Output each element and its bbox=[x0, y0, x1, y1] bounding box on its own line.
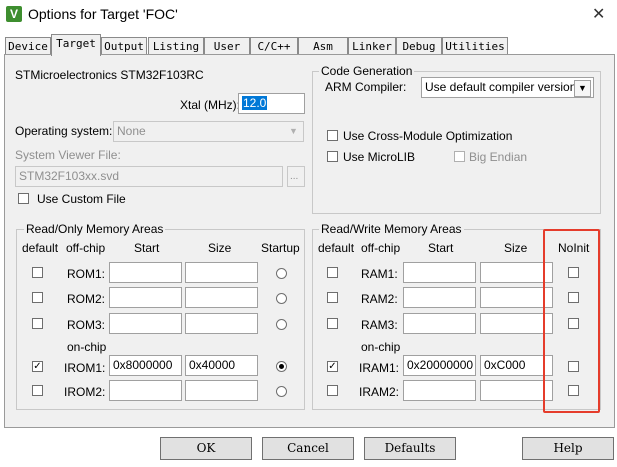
compiler-label: ARM Compiler: bbox=[325, 80, 407, 94]
os-value: None bbox=[117, 124, 146, 138]
ram2-label: RAM2: bbox=[361, 292, 398, 306]
rw-memory-title: Read/Write Memory Areas bbox=[319, 222, 464, 236]
ro-header-offchip: off-chip bbox=[66, 241, 106, 255]
rom3-size-input[interactable] bbox=[185, 313, 258, 334]
ram3-label: RAM3: bbox=[361, 318, 398, 332]
irom2-size-input[interactable] bbox=[185, 380, 258, 401]
tab-device[interactable]: Device bbox=[5, 37, 51, 55]
window-title: Options for Target 'FOC' bbox=[28, 6, 178, 22]
irom1-size-input[interactable]: 0x40000 bbox=[185, 355, 258, 376]
tab-user[interactable]: User bbox=[204, 37, 250, 55]
chevron-down-icon: ▼ bbox=[289, 126, 298, 136]
os-select[interactable]: None ▼ bbox=[113, 121, 304, 142]
compiler-select[interactable]: Use default compiler version 5 ▼ bbox=[421, 77, 594, 98]
irom1-startup-radio[interactable] bbox=[276, 361, 287, 372]
chevron-down-icon: ▼ bbox=[574, 80, 591, 97]
big-endian-checkbox[interactable] bbox=[454, 151, 465, 162]
iram2-default-checkbox[interactable] bbox=[327, 385, 338, 396]
defaults-button[interactable]: Defaults bbox=[364, 437, 456, 460]
xtal-value: 12.0 bbox=[242, 96, 268, 110]
svf-browse-button[interactable]: ... bbox=[287, 166, 305, 187]
rom3-start-input[interactable] bbox=[109, 313, 182, 334]
rw-header-offchip: off-chip bbox=[361, 241, 401, 255]
code-generation-title: Code Generation bbox=[319, 64, 415, 78]
irom2-startup-radio[interactable] bbox=[276, 386, 287, 397]
rw-header-default: default bbox=[318, 241, 355, 255]
rom1-label: ROM1: bbox=[67, 267, 106, 281]
svf-input[interactable]: STM32F103xx.svd bbox=[15, 166, 283, 187]
rom2-default-checkbox[interactable] bbox=[32, 292, 43, 303]
irom1-default-checkbox[interactable]: ✓ bbox=[32, 361, 43, 372]
ok-button[interactable]: OK bbox=[160, 437, 252, 460]
custom-file-checkbox[interactable] bbox=[18, 193, 29, 204]
noinit-highlight-box bbox=[543, 229, 600, 413]
device-name: STMicroelectronics STM32F103RC bbox=[15, 68, 204, 82]
tab-utilities[interactable]: Utilities bbox=[442, 37, 508, 55]
ro-header-startup: Startup bbox=[261, 241, 300, 255]
tab-listing[interactable]: Listing bbox=[148, 37, 204, 55]
iram1-default-checkbox[interactable]: ✓ bbox=[327, 361, 338, 372]
ram2-default-checkbox[interactable] bbox=[327, 292, 338, 303]
rom2-start-input[interactable] bbox=[109, 287, 182, 308]
tab-linker[interactable]: Linker bbox=[348, 37, 396, 55]
ram1-start-input[interactable] bbox=[403, 262, 476, 283]
rom3-startup-radio[interactable] bbox=[276, 319, 287, 330]
rom3-default-checkbox[interactable] bbox=[32, 318, 43, 329]
irom1-start-input[interactable]: 0x8000000 bbox=[109, 355, 182, 376]
rom2-size-input[interactable] bbox=[185, 287, 258, 308]
close-icon[interactable]: ✕ bbox=[592, 4, 605, 24]
rom3-label: ROM3: bbox=[67, 318, 106, 332]
rom1-startup-radio[interactable] bbox=[276, 268, 287, 279]
rom2-label: ROM2: bbox=[67, 292, 106, 306]
cross-module-checkbox[interactable] bbox=[327, 130, 338, 141]
custom-file-label: Use Custom File bbox=[37, 192, 126, 206]
iram1-start-input[interactable]: 0x20000000 bbox=[403, 355, 476, 376]
tab-output[interactable]: Output bbox=[101, 37, 147, 55]
irom2-start-input[interactable] bbox=[109, 380, 182, 401]
ram1-label: RAM1: bbox=[361, 267, 398, 281]
iram1-label: IRAM1: bbox=[359, 361, 400, 375]
ram2-start-input[interactable] bbox=[403, 287, 476, 308]
xtal-input[interactable]: 12.0 bbox=[238, 93, 305, 114]
cancel-button[interactable]: Cancel bbox=[262, 437, 354, 460]
microlib-checkbox[interactable] bbox=[327, 151, 338, 162]
svf-label: System Viewer File: bbox=[15, 148, 121, 162]
rw-onchip-label: on-chip bbox=[361, 340, 401, 354]
keil-app-icon: V bbox=[6, 6, 22, 22]
rom1-start-input[interactable] bbox=[109, 262, 182, 283]
ro-memory-title: Read/Only Memory Areas bbox=[24, 222, 166, 236]
iram2-start-input[interactable] bbox=[403, 380, 476, 401]
ro-header-start: Start bbox=[134, 241, 160, 255]
compiler-value: Use default compiler version 5 bbox=[425, 80, 587, 94]
help-button[interactable]: Help bbox=[522, 437, 614, 460]
ro-header-default: default bbox=[22, 241, 59, 255]
iram2-label: IRAM2: bbox=[359, 385, 400, 399]
microlib-label: Use MicroLIB bbox=[343, 150, 416, 164]
ro-onchip-label: on-chip bbox=[67, 340, 107, 354]
rom1-default-checkbox[interactable] bbox=[32, 267, 43, 278]
rw-header-start: Start bbox=[428, 241, 454, 255]
tab-c-cpp[interactable]: C/C++ bbox=[250, 37, 298, 55]
tab-debug[interactable]: Debug bbox=[396, 37, 442, 55]
svf-value: STM32F103xx.svd bbox=[19, 169, 120, 183]
irom2-default-checkbox[interactable] bbox=[32, 385, 43, 396]
os-label: Operating system: bbox=[15, 124, 113, 138]
ram3-default-checkbox[interactable] bbox=[327, 318, 338, 329]
tab-target[interactable]: Target bbox=[51, 34, 101, 56]
title-bar: V Options for Target 'FOC' ✕ bbox=[0, 0, 617, 30]
xtal-label: Xtal (MHz): bbox=[180, 98, 240, 112]
irom1-label: IROM1: bbox=[64, 361, 106, 375]
big-endian-label: Big Endian bbox=[469, 150, 528, 164]
ro-header-size: Size bbox=[208, 241, 232, 255]
ram1-default-checkbox[interactable] bbox=[327, 267, 338, 278]
ram3-start-input[interactable] bbox=[403, 313, 476, 334]
rom2-startup-radio[interactable] bbox=[276, 293, 287, 304]
cross-module-label: Use Cross-Module Optimization bbox=[343, 129, 513, 143]
rw-header-size: Size bbox=[504, 241, 528, 255]
rom1-size-input[interactable] bbox=[185, 262, 258, 283]
irom2-label: IROM2: bbox=[64, 385, 106, 399]
tab-asm[interactable]: Asm bbox=[298, 37, 348, 55]
